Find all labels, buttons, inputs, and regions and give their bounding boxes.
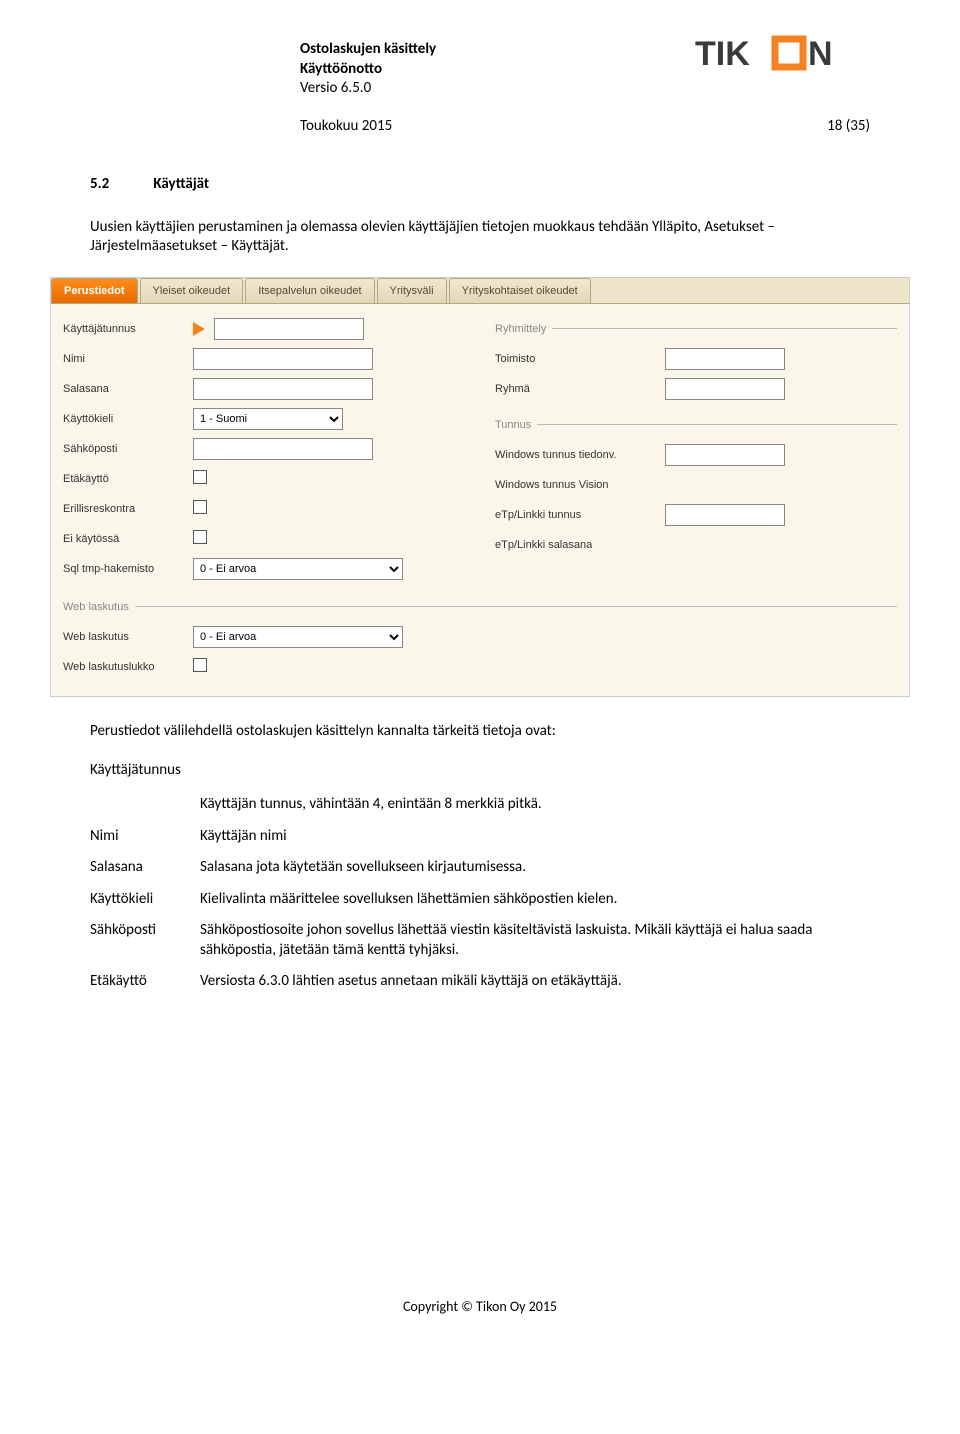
web-laskutuslukko-label: Web laskutuslukko [63, 661, 193, 673]
toimisto-label: Toimisto [495, 353, 665, 365]
table-row: Nimi Käyttäjän nimi [90, 821, 870, 853]
def-term: Käyttökieli [90, 884, 200, 916]
def-term: Sähköposti [90, 915, 200, 966]
document-header: Ostolaskujen käsittely Käyttöönotto Vers… [90, 40, 870, 135]
table-row: Etäkäyttö Versiosta 6.3.0 lähtien asetus… [90, 966, 870, 998]
salasana-input[interactable] [193, 378, 373, 400]
web-laskutus-label: Web laskutus [63, 631, 193, 643]
sahkoposti-input[interactable] [193, 438, 373, 460]
web-laskutus-group-title: Web laskutus [63, 601, 129, 613]
etp-salasana-label: eTp/Linkki salasana [495, 539, 665, 551]
win-vision-label: Windows tunnus Vision [495, 479, 665, 491]
table-row: Sähköposti Sähköpostiosoite johon sovell… [90, 915, 870, 966]
table-row: Käyttökieli Kielivalinta määrittelee sov… [90, 884, 870, 916]
etp-tunnus-label: eTp/Linkki tunnus [495, 509, 665, 521]
toimisto-input[interactable] [665, 348, 785, 370]
tab-itsepalvelun-oikeudet[interactable]: Itsepalvelun oikeudet [245, 278, 374, 303]
web-laskutuslukko-checkbox[interactable] [193, 658, 207, 672]
table-row: Salasana Salasana jota käytetään sovellu… [90, 852, 870, 884]
def-term: Nimi [90, 821, 200, 853]
active-field-arrow-icon [193, 322, 205, 336]
tunnus-group-title: Tunnus [495, 419, 531, 431]
ryhma-input[interactable] [665, 378, 785, 400]
ryhmittely-group-title: Ryhmittely [495, 323, 546, 335]
etakaytto-label: Etäkäyttö [63, 473, 193, 485]
section-number: 5.2 [90, 175, 150, 193]
svg-text:N: N [808, 35, 833, 73]
def-kayttajatunnus-desc: Käyttäjän tunnus, vähintään 4, enintään … [200, 789, 870, 821]
app-screenshot: Perustiedot Yleiset oikeudet Itsepalvelu… [50, 277, 910, 697]
web-laskutus-select[interactable]: 0 - Ei arvoa [193, 626, 403, 648]
def-term: Etäkäyttö [90, 966, 200, 998]
win-tiedonv-input[interactable] [665, 444, 785, 466]
form-right-column: Ryhmittely Toimisto Ryhmä Tunnus Windows… [495, 314, 897, 584]
sql-tmp-select[interactable]: 0 - Ei arvoa [193, 558, 403, 580]
definitions-table: Käyttäjän tunnus, vähintään 4, enintään … [90, 789, 870, 998]
tab-yrityskohtaiset-oikeudet[interactable]: Yrityskohtaiset oikeudet [449, 278, 591, 303]
doc-version: Versio 6.5.0 [300, 79, 870, 99]
table-row: Käyttäjän tunnus, vähintään 4, enintään … [90, 789, 870, 821]
footer-copyright: Copyright © Tikon Oy 2015 [90, 1298, 870, 1315]
tab-perustiedot[interactable]: Perustiedot [51, 278, 138, 303]
etakaytto-checkbox[interactable] [193, 470, 207, 484]
def-desc: Versiosta 6.3.0 lähtien asetus annetaan … [200, 966, 870, 998]
tab-bar: Perustiedot Yleiset oikeudet Itsepalvelu… [51, 278, 909, 304]
ei-kaytossa-label: Ei käytössä [63, 533, 193, 545]
svg-text:TIK: TIK [695, 35, 750, 73]
page-number: 18 (35) [827, 117, 870, 135]
intro-paragraph: Uusien käyttäjien perustaminen ja olemas… [90, 218, 870, 257]
win-tiedonv-label: Windows tunnus tiedonv. [495, 449, 665, 461]
ei-kaytossa-checkbox[interactable] [193, 530, 207, 544]
ryhma-label: Ryhmä [495, 383, 665, 395]
doc-date: Toukokuu 2015 [300, 117, 392, 135]
salasana-label: Salasana [63, 383, 193, 395]
nimi-label: Nimi [63, 353, 193, 365]
tab-yritysvali[interactable]: Yritysväli [377, 278, 447, 303]
after-image-paragraph: Perustiedot välilehdellä ostolaskujen kä… [90, 722, 870, 742]
sql-tmp-label: Sql tmp-hakemisto [63, 563, 193, 575]
divider-icon [552, 328, 897, 329]
def-desc: Sähköpostiosoite johon sovellus lähettää… [200, 915, 870, 966]
kayttokieli-label: Käyttökieli [63, 413, 193, 425]
def-desc: Salasana jota käytetään sovellukseen kir… [200, 852, 870, 884]
kayttajatunnus-input[interactable] [214, 318, 364, 340]
erillisreskontra-label: Erillisreskontra [63, 503, 193, 515]
kayttokieli-select[interactable]: 1 - Suomi [193, 408, 343, 430]
def-term: Salasana [90, 852, 200, 884]
etp-tunnus-input[interactable] [665, 504, 785, 526]
kayttajatunnus-heading: Käyttäjätunnus [90, 761, 870, 779]
kayttajatunnus-label: Käyttäjätunnus [63, 323, 193, 335]
section-title: Käyttäjät [153, 175, 209, 193]
tab-yleiset-oikeudet[interactable]: Yleiset oikeudet [140, 278, 244, 303]
def-desc: Kielivalinta määrittelee sovelluksen läh… [200, 884, 870, 916]
erillisreskontra-checkbox[interactable] [193, 500, 207, 514]
tikon-logo: TIK N [695, 35, 870, 78]
divider-icon [135, 606, 897, 607]
form-left-column: Käyttäjätunnus Nimi Salasana Käyttökieli… [63, 314, 465, 584]
divider-icon [537, 424, 897, 425]
section-heading: 5.2 Käyttäjät [90, 175, 870, 193]
sahkoposti-label: Sähköposti [63, 443, 193, 455]
def-desc: Käyttäjän nimi [200, 821, 870, 853]
nimi-input[interactable] [193, 348, 373, 370]
